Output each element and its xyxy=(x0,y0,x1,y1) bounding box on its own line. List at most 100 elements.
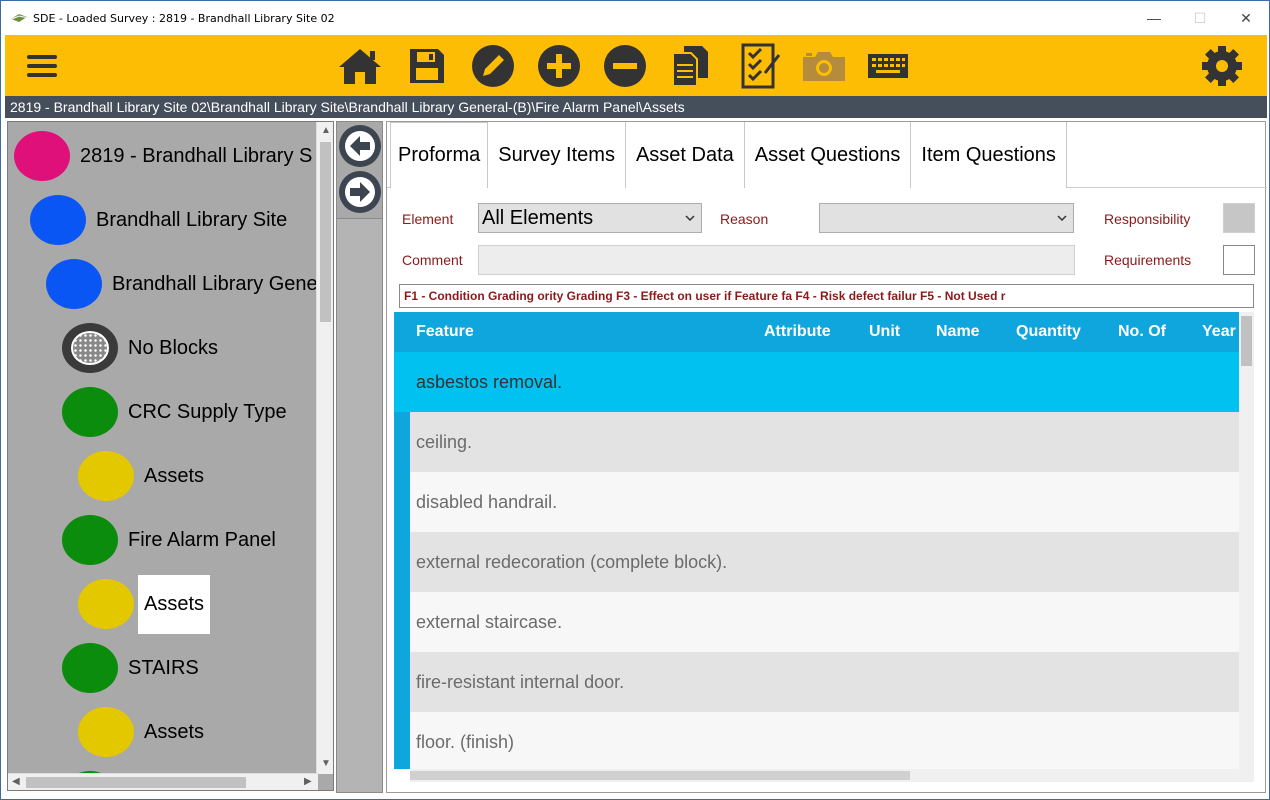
table-row[interactable]: ceiling. xyxy=(410,412,1239,472)
arrow-left-icon[interactable] xyxy=(339,125,381,167)
tab-proforma[interactable]: Proforma xyxy=(390,122,489,188)
remove-icon[interactable] xyxy=(602,43,648,89)
add-icon[interactable] xyxy=(536,43,582,89)
scroll-thumb[interactable] xyxy=(26,777,246,788)
column-header-feature[interactable]: Feature xyxy=(416,323,474,341)
window-title: SDE - Loaded Survey : 2819 - Brandhall L… xyxy=(33,11,335,25)
navigation-column xyxy=(336,121,383,793)
tree-node-assets-selected[interactable]: Assets xyxy=(78,574,211,634)
column-header-no-of[interactable]: No. Of xyxy=(1118,323,1166,341)
tab-asset-questions[interactable]: Asset Questions xyxy=(744,122,912,188)
tree-node-crc-supply[interactable]: CRC Supply Type xyxy=(62,384,287,440)
tree-node-label: No Blocks xyxy=(128,336,219,359)
scroll-down-icon[interactable]: ▼ xyxy=(321,758,331,769)
scroll-thumb[interactable] xyxy=(1241,316,1252,366)
keyboard-icon[interactable] xyxy=(865,43,911,89)
navigation-lower-panel xyxy=(337,218,382,792)
tree-node-label: Assets xyxy=(144,720,205,743)
yellow-circle-icon xyxy=(78,579,134,629)
minimize-button[interactable]: — xyxy=(1131,1,1177,35)
requirements-label: Requirements xyxy=(1104,252,1192,268)
comment-field[interactable] xyxy=(478,245,1075,275)
tree-node-no-blocks[interactable]: No Blocks xyxy=(62,320,218,376)
tree-horizontal-scrollbar[interactable]: ◀ ▶ xyxy=(8,773,318,790)
grid-horizontal-scrollbar[interactable] xyxy=(410,769,1239,782)
scroll-thumb[interactable] xyxy=(320,142,331,322)
blue-circle-icon xyxy=(46,259,102,309)
tree-node-label: STAIRS xyxy=(128,656,199,679)
blocks-circle-icon xyxy=(62,323,118,373)
home-icon[interactable] xyxy=(337,43,383,89)
tree-node-label: Brandhall Library Gene xyxy=(112,272,318,295)
column-header-unit[interactable]: Unit xyxy=(869,323,900,341)
grid-header: Feature Attribute Unit Name Quantity No.… xyxy=(394,312,1239,352)
tree-node-label: 2819 - Brandhall Library S xyxy=(80,144,313,167)
element-label: Element xyxy=(402,211,454,227)
table-row[interactable]: floor. (finish) xyxy=(410,712,1239,772)
table-row[interactable]: external staircase. xyxy=(410,592,1239,652)
breadcrumb: 2819 - Brandhall Library Site 02\Brandha… xyxy=(5,96,1267,118)
reason-label: Reason xyxy=(720,211,769,227)
hamburger-menu-icon[interactable] xyxy=(19,43,65,89)
tree-node-assets[interactable]: Assets xyxy=(78,448,204,504)
tree-node-assets[interactable]: Assets xyxy=(78,704,204,760)
column-header-attribute[interactable]: Attribute xyxy=(764,323,831,341)
feature-grid: Feature Attribute Unit Name Quantity No.… xyxy=(394,312,1254,782)
grid-vertical-scrollbar[interactable] xyxy=(1239,312,1254,782)
blue-circle-icon xyxy=(30,195,86,245)
grid-row-selector-bar xyxy=(394,352,410,769)
close-button[interactable]: ✕ xyxy=(1223,1,1269,35)
tree-vertical-scrollbar[interactable]: ▲ ▼ xyxy=(316,122,333,774)
chevron-down-icon xyxy=(685,215,695,222)
save-icon[interactable] xyxy=(404,43,450,89)
column-header-year[interactable]: Year xyxy=(1202,323,1236,341)
tree-node-fire-alarm[interactable]: Fire Alarm Panel xyxy=(62,512,276,568)
function-keys-legend: F1 - Condition Grading ority Grading F3 … xyxy=(399,284,1254,308)
checklist-icon[interactable] xyxy=(738,43,784,89)
tree-node-site[interactable]: Brandhall Library Site xyxy=(30,192,287,248)
title-bar: SDE - Loaded Survey : 2819 - Brandhall L… xyxy=(1,1,1269,35)
element-select-value: All Elements xyxy=(482,206,594,229)
tab-asset-data[interactable]: Asset Data xyxy=(625,122,745,188)
tree-node-stairs[interactable]: STAIRS xyxy=(62,640,199,696)
gear-icon[interactable] xyxy=(1199,43,1245,89)
table-row[interactable]: asbestos removal. xyxy=(394,352,1239,412)
maximize-button[interactable]: ☐ xyxy=(1177,1,1223,35)
pink-circle-icon xyxy=(14,131,70,181)
camera-icon[interactable] xyxy=(801,43,847,89)
table-row[interactable]: external redecoration (complete block). xyxy=(410,532,1239,592)
comment-label: Comment xyxy=(402,252,463,268)
edit-icon[interactable] xyxy=(470,43,516,89)
scroll-right-icon[interactable]: ▶ xyxy=(304,776,312,787)
scroll-up-icon[interactable]: ▲ xyxy=(321,125,331,136)
yellow-circle-icon xyxy=(78,451,134,501)
scroll-left-icon[interactable]: ◀ xyxy=(12,776,20,787)
green-circle-icon xyxy=(62,515,118,565)
requirements-field[interactable] xyxy=(1223,245,1255,275)
column-header-quantity[interactable]: Quantity xyxy=(1016,323,1081,341)
responsibility-field[interactable] xyxy=(1223,203,1255,233)
responsibility-label: Responsibility xyxy=(1104,211,1191,227)
column-header-name[interactable]: Name xyxy=(936,323,980,341)
table-row[interactable]: fire-resistant internal door. xyxy=(410,652,1239,712)
chevron-down-icon xyxy=(1057,215,1067,222)
yellow-circle-icon xyxy=(78,707,134,757)
element-select[interactable]: All Elements xyxy=(478,203,702,233)
reason-select[interactable] xyxy=(819,203,1074,233)
tree-node-label: Assets xyxy=(138,574,211,634)
arrow-right-icon[interactable] xyxy=(339,171,381,213)
tree-node-label: Brandhall Library Site xyxy=(96,208,288,231)
tree-node-survey[interactable]: 2819 - Brandhall Library S xyxy=(14,128,312,184)
tab-item-questions[interactable]: Item Questions xyxy=(911,122,1067,188)
tree-panel: 2819 - Brandhall Library S Brandhall Lib… xyxy=(7,121,334,791)
app-window: SDE - Loaded Survey : 2819 - Brandhall L… xyxy=(0,0,1270,800)
scroll-thumb[interactable] xyxy=(410,771,910,780)
table-row[interactable]: disabled handrail. xyxy=(410,472,1239,532)
green-circle-icon xyxy=(62,387,118,437)
copy-documents-icon[interactable] xyxy=(668,43,714,89)
green-circle-icon xyxy=(62,643,118,693)
tree-node-label: Assets xyxy=(144,464,205,487)
tree-node-general[interactable]: Brandhall Library Gene xyxy=(46,256,318,312)
tab-survey-items[interactable]: Survey Items xyxy=(488,122,626,188)
toolbar xyxy=(5,35,1267,96)
